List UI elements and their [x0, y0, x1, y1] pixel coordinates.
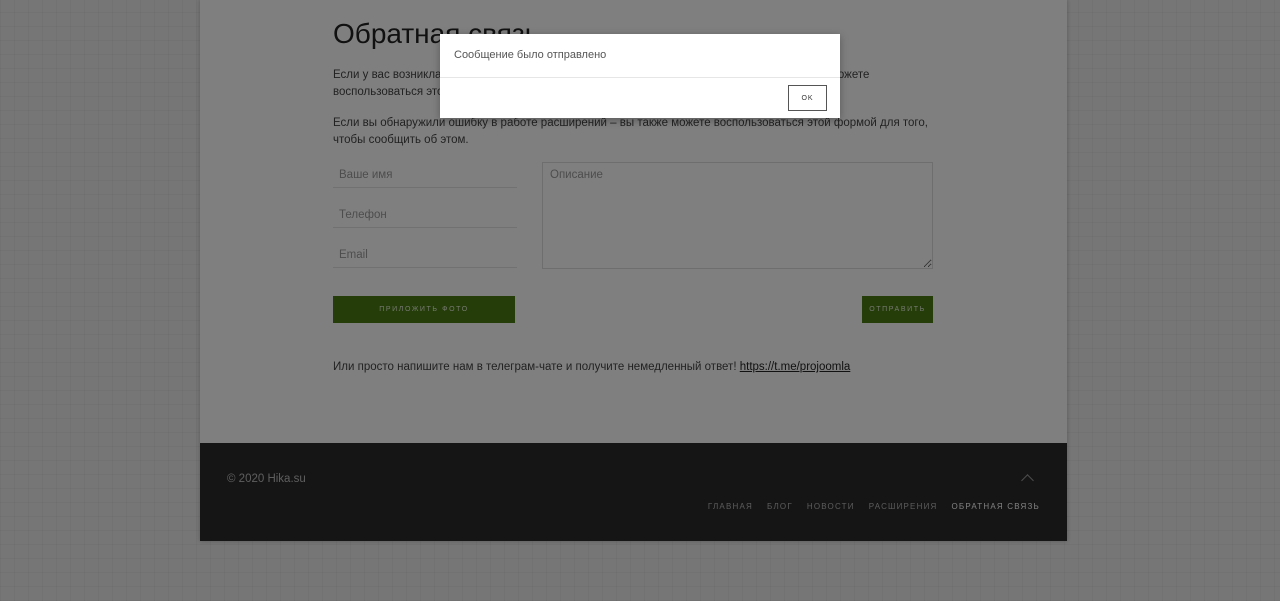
- ok-button[interactable]: OK: [788, 85, 827, 111]
- dialog-divider: [440, 77, 840, 78]
- dialog-message: Сообщение было отправлено: [454, 49, 607, 61]
- message-dialog: Сообщение было отправлено OK: [440, 34, 840, 118]
